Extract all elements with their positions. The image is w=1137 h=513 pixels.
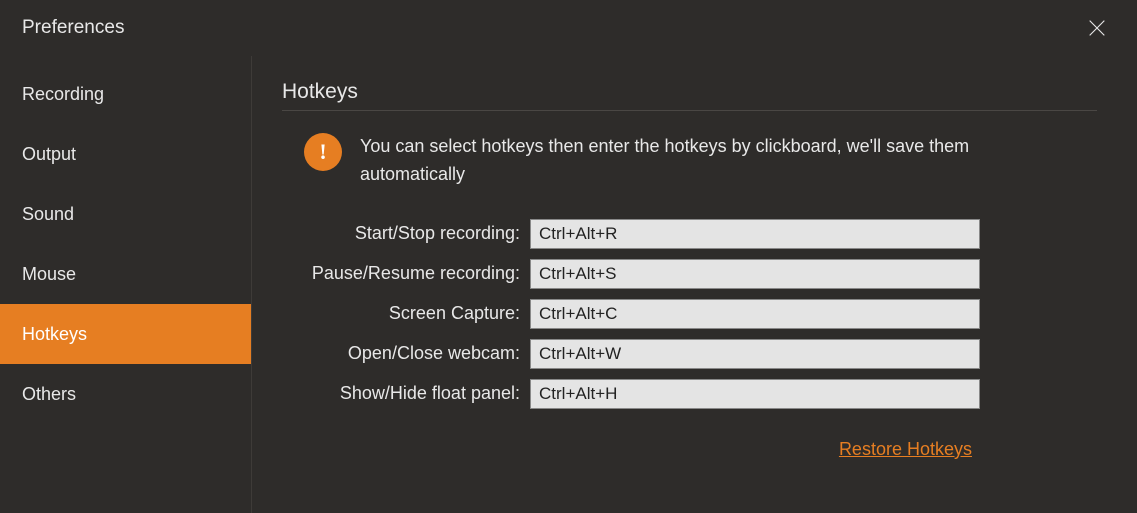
sidebar-item-hotkeys[interactable]: Hotkeys: [0, 304, 251, 364]
hotkey-input-start-stop[interactable]: [530, 219, 980, 249]
sidebar-item-label: Mouse: [22, 264, 76, 285]
info-row: ! You can select hotkeys then enter the …: [282, 133, 1097, 189]
hotkey-row-screen-capture: Screen Capture:: [282, 299, 1097, 329]
info-text: You can select hotkeys then enter the ho…: [360, 133, 1040, 189]
hotkey-input-webcam[interactable]: [530, 339, 980, 369]
hotkey-input-pause-resume[interactable]: [530, 259, 980, 289]
hotkey-label: Open/Close webcam:: [282, 343, 530, 364]
sidebar-item-label: Sound: [22, 204, 74, 225]
hotkey-row-pause-resume: Pause/Resume recording:: [282, 259, 1097, 289]
sidebar-item-label: Output: [22, 144, 76, 165]
sidebar-item-label: Hotkeys: [22, 324, 87, 345]
section-title: Hotkeys: [282, 80, 1097, 111]
page-title: Preferences: [22, 17, 124, 39]
hotkey-row-float-panel: Show/Hide float panel:: [282, 379, 1097, 409]
hotkey-label: Pause/Resume recording:: [282, 263, 530, 284]
restore-hotkeys-link[interactable]: Restore Hotkeys: [839, 439, 972, 459]
close-icon: [1086, 17, 1108, 39]
main-panel: Hotkeys ! You can select hotkeys then en…: [252, 56, 1137, 513]
sidebar-item-output[interactable]: Output: [0, 124, 251, 184]
hotkey-label: Start/Stop recording:: [282, 223, 530, 244]
sidebar-item-label: Others: [22, 384, 76, 405]
sidebar-item-others[interactable]: Others: [0, 364, 251, 424]
hotkey-row-webcam: Open/Close webcam:: [282, 339, 1097, 369]
exclamation-icon: !: [319, 139, 326, 165]
header: Preferences: [0, 0, 1137, 56]
sidebar-item-sound[interactable]: Sound: [0, 184, 251, 244]
hotkey-label: Screen Capture:: [282, 303, 530, 324]
sidebar-item-label: Recording: [22, 84, 104, 105]
sidebar-item-mouse[interactable]: Mouse: [0, 244, 251, 304]
close-button[interactable]: [1081, 12, 1113, 44]
hotkey-input-screen-capture[interactable]: [530, 299, 980, 329]
sidebar: Recording Output Sound Mouse Hotkeys Oth…: [0, 56, 252, 513]
hotkey-rows: Start/Stop recording: Pause/Resume recor…: [282, 219, 1097, 409]
hotkey-row-start-stop: Start/Stop recording:: [282, 219, 1097, 249]
info-icon: !: [304, 133, 342, 171]
body: Recording Output Sound Mouse Hotkeys Oth…: [0, 56, 1137, 513]
hotkey-input-float-panel[interactable]: [530, 379, 980, 409]
sidebar-item-recording[interactable]: Recording: [0, 64, 251, 124]
hotkey-label: Show/Hide float panel:: [282, 383, 530, 404]
restore-row: Restore Hotkeys: [282, 439, 982, 460]
